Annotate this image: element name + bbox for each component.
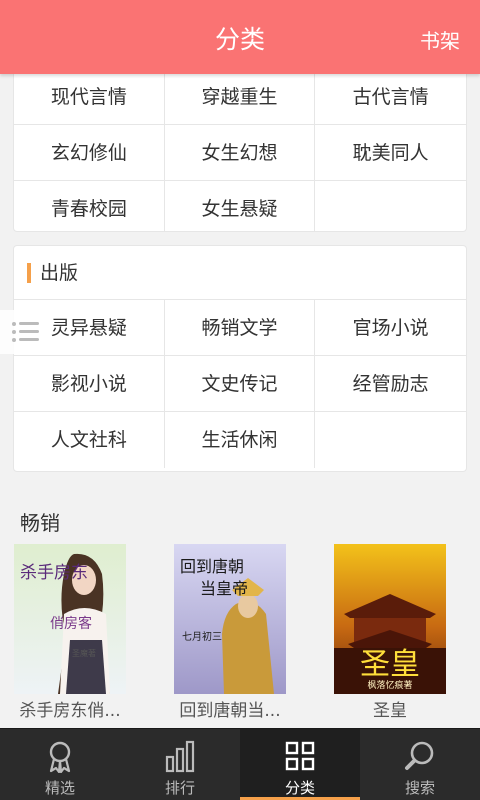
cover-title: 回到唐朝 [180, 557, 244, 576]
list-line [19, 330, 39, 333]
bottom-tab-bar: 精选 排行 分类 搜索 [0, 728, 480, 800]
section-title: 出版 [40, 262, 79, 284]
category-item[interactable]: 文史传记 [164, 356, 316, 412]
category-item[interactable]: 现代言情 [14, 74, 165, 125]
cover-title: 圣皇 [360, 647, 420, 682]
bar-chart-icon [165, 740, 195, 773]
category-item[interactable]: 青春校园 [14, 181, 165, 231]
book-cover[interactable]: 圣皇 枫落忆痕著 [334, 544, 446, 694]
category-item[interactable]: 经管励志 [315, 356, 466, 412]
cover-author: 七月初三 [182, 630, 222, 643]
list-dot [12, 322, 16, 326]
tab-label: 分类 [284, 779, 315, 797]
list-dot [12, 330, 16, 334]
tab-label: 搜索 [404, 779, 435, 797]
category-item[interactable]: 人文社科 [14, 412, 165, 468]
book-cover[interactable]: 回到唐朝 当皇帝 七月初三 [174, 544, 286, 694]
book-title: 杀手房东俏... [19, 701, 121, 721]
tab-label: 排行 [164, 779, 195, 797]
category-item[interactable]: 女生悬疑 [165, 181, 316, 231]
book-cover-art: 回到唐朝 当皇帝 七月初三 [174, 544, 286, 694]
cover-subtitle: 当皇帝 [200, 579, 248, 598]
tab-search[interactable]: 搜索 [360, 729, 480, 800]
tab-category[interactable]: 分类 [240, 729, 360, 800]
category-item[interactable]: 玄幻修仙 [14, 125, 165, 181]
category-card-publishing: 出版 灵异悬疑 畅销文学 官场小说 影视小说 文史传记 经管励志 人文社科 生活… [13, 245, 467, 472]
category-item-empty [315, 181, 466, 231]
list-dot [12, 338, 16, 342]
cover-author: 枫落忆痕著 [367, 679, 412, 691]
section-header: 出版 [14, 246, 466, 300]
category-item[interactable]: 影视小说 [14, 356, 165, 412]
book-cover[interactable]: 杀手房东 俏房客 圣魔著 [14, 544, 126, 694]
category-item[interactable]: 穿越重生 [164, 74, 316, 125]
category-item[interactable]: 女生幻想 [164, 125, 316, 181]
book-cover-art: 杀手房东 俏房客 圣魔著 [14, 544, 126, 694]
category-card-general: 现代言情 穿越重生 古代言情 玄幻修仙 女生幻想 耽美同人 青春校园 女生悬疑 [13, 74, 467, 232]
tab-ranking[interactable]: 排行 [120, 729, 240, 800]
category-item[interactable]: 官场小说 [315, 300, 466, 356]
floating-list-icon[interactable] [0, 310, 46, 354]
tab-label: 精选 [44, 779, 75, 797]
grid-icon [285, 741, 315, 771]
list-line [19, 322, 39, 325]
page-title: 分类 [214, 25, 265, 54]
category-item[interactable]: 畅销文学 [164, 300, 316, 356]
cover-title: 杀手房东 [20, 563, 88, 583]
category-item[interactable]: 古代言情 [315, 74, 466, 125]
book-title: 回到唐朝当... [179, 701, 281, 721]
tab-featured[interactable]: 精选 [0, 729, 120, 800]
search-icon [405, 741, 434, 770]
bookshelf-button[interactable]: 书架 [420, 0, 460, 74]
book-title: 圣皇 [373, 701, 407, 721]
app-header: 分类 书架 [0, 0, 480, 74]
section-accent-bar [27, 263, 31, 283]
category-item[interactable]: 耽美同人 [315, 125, 466, 181]
category-item-empty [315, 412, 466, 468]
bestseller-title: 畅销 [20, 511, 60, 535]
category-grid: 灵异悬疑 畅销文学 官场小说 影视小说 文史传记 经管励志 人文社科 生活休闲 [14, 300, 466, 468]
cover-subtitle: 俏房客 [50, 615, 92, 632]
category-content[interactable]: 现代言情 穿越重生 古代言情 玄幻修仙 女生幻想 耽美同人 青春校园 女生悬疑 … [0, 74, 480, 728]
ribbon-icon [49, 741, 71, 773]
cover-author: 圣魔著 [72, 648, 96, 658]
list-line [19, 338, 39, 341]
category-grid: 现代言情 穿越重生 古代言情 玄幻修仙 女生幻想 耽美同人 青春校园 女生悬疑 [14, 74, 466, 231]
book-cover-art: 圣皇 枫落忆痕著 [334, 544, 446, 694]
category-item[interactable]: 生活休闲 [165, 412, 316, 468]
